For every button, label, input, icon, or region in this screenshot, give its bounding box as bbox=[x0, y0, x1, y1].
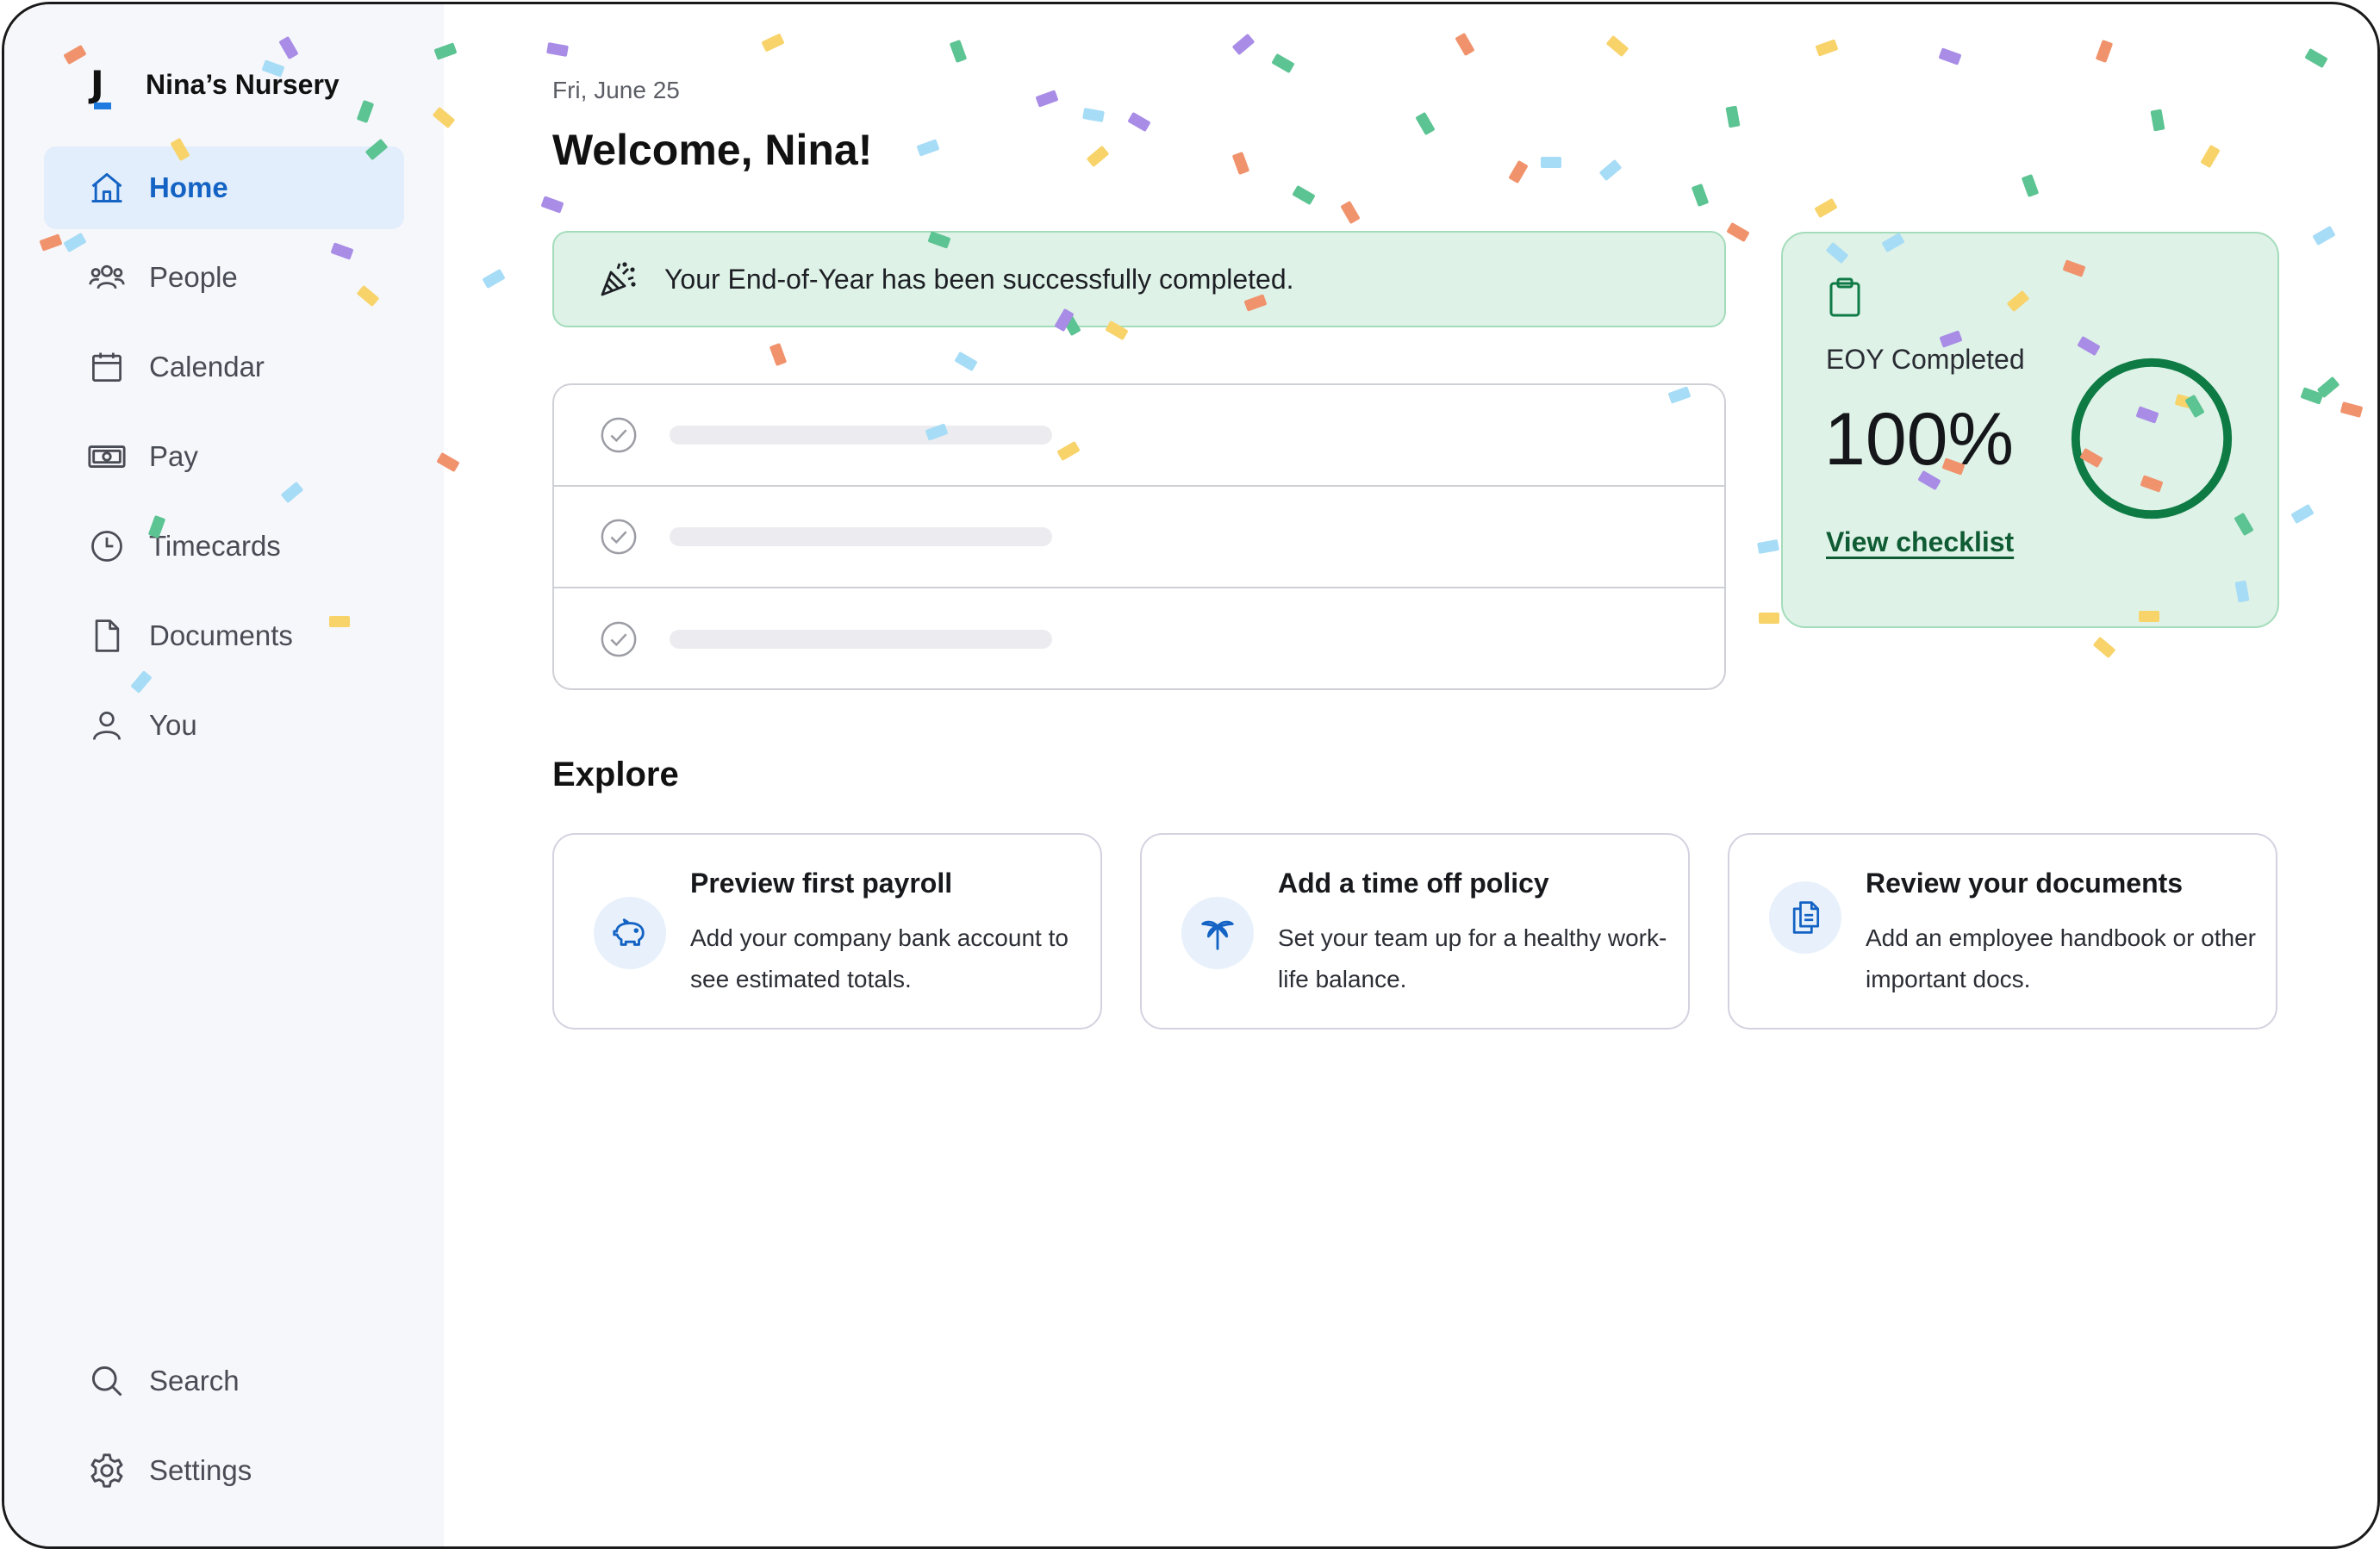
sidebar-item-pay[interactable]: Pay bbox=[44, 415, 404, 498]
gear-icon bbox=[87, 1451, 127, 1490]
people-icon bbox=[87, 258, 127, 297]
calendar-icon bbox=[87, 347, 127, 387]
card-description: Set your team up for a healthy work-life… bbox=[1278, 924, 1667, 992]
sidebar-item-label: Calendar bbox=[149, 351, 265, 383]
sidebar-item-label: Documents bbox=[149, 619, 293, 651]
checklist-row[interactable] bbox=[554, 385, 1724, 487]
sidebar-item-you[interactable]: You bbox=[44, 684, 404, 767]
app-window: J Nina’s Nursery Home People Calendar Pa… bbox=[2, 2, 2380, 1549]
piggy-bank-icon bbox=[594, 897, 666, 969]
eoy-label: EOY Completed bbox=[1826, 344, 2025, 375]
checklist-row[interactable] bbox=[554, 487, 1724, 588]
search-icon bbox=[87, 1361, 127, 1401]
check-circle-icon bbox=[599, 619, 639, 659]
documents-icon bbox=[1769, 881, 1841, 954]
sidebar-item-label: You bbox=[149, 709, 197, 741]
eoy-percentage: 100% bbox=[1824, 398, 2014, 481]
success-banner: Your End-of-Year has been successfully c… bbox=[552, 231, 1726, 327]
eoy-status-card: EOY Completed 100% View checklist bbox=[1781, 232, 2279, 628]
card-title: Review your documents bbox=[1866, 868, 2184, 899]
banner-message: Your End-of-Year has been successfully c… bbox=[664, 263, 1294, 295]
skeleton-placeholder bbox=[670, 527, 1052, 546]
check-circle-icon bbox=[599, 517, 639, 557]
progress-ring bbox=[2071, 358, 2233, 519]
sidebar: J Nina’s Nursery Home People Calendar Pa… bbox=[4, 4, 444, 1546]
card-title: Add a time off policy bbox=[1278, 868, 1549, 899]
sidebar-item-people[interactable]: People bbox=[44, 236, 404, 319]
sidebar-item-home[interactable]: Home bbox=[44, 146, 404, 229]
sidebar-bottom-nav: Search Settings bbox=[44, 1340, 404, 1519]
sidebar-item-timecards[interactable]: Timecards bbox=[44, 505, 404, 588]
clipboard-icon bbox=[1828, 277, 1862, 318]
page-title: Welcome, Nina! bbox=[552, 126, 873, 174]
checklist-row[interactable] bbox=[554, 588, 1724, 688]
company-name: Nina’s Nursery bbox=[146, 68, 340, 100]
sidebar-item-settings[interactable]: Settings bbox=[44, 1429, 404, 1512]
sidebar-item-search[interactable]: Search bbox=[44, 1340, 404, 1422]
checklist-card bbox=[552, 383, 1726, 690]
sidebar-item-label: Pay bbox=[149, 440, 198, 472]
home-icon bbox=[87, 168, 127, 208]
sidebar-nav: Home People Calendar Pay Timecards Docum… bbox=[44, 146, 404, 774]
sidebar-item-label: People bbox=[149, 261, 238, 293]
sidebar-item-label: Search bbox=[149, 1365, 240, 1397]
card-description: Add an employee handbook or other import… bbox=[1866, 924, 2256, 992]
explore-heading: Explore bbox=[552, 756, 679, 793]
view-checklist-link[interactable]: View checklist bbox=[1826, 526, 2014, 558]
party-popper-icon bbox=[597, 258, 639, 300]
brand-logo: J bbox=[90, 65, 120, 109]
current-date: Fri, June 25 bbox=[552, 77, 680, 103]
main-content: Fri, June 25 Welcome, Nina! Your End-of-… bbox=[444, 4, 2377, 1546]
palm-tree-icon bbox=[1181, 897, 1254, 969]
brand[interactable]: J Nina’s Nursery bbox=[90, 65, 340, 109]
document-icon bbox=[87, 616, 127, 656]
clock-icon bbox=[87, 526, 127, 566]
explore-card-time-off[interactable]: Add a time off policy Set your team up f… bbox=[1140, 833, 1690, 1030]
sidebar-item-calendar[interactable]: Calendar bbox=[44, 326, 404, 408]
sidebar-item-documents[interactable]: Documents bbox=[44, 594, 404, 677]
money-icon bbox=[87, 437, 127, 476]
skeleton-placeholder bbox=[670, 426, 1052, 445]
sidebar-item-label: Timecards bbox=[149, 530, 281, 562]
explore-card-payroll[interactable]: Preview first payroll Add your company b… bbox=[552, 833, 1102, 1030]
user-icon bbox=[87, 706, 127, 745]
sidebar-item-label: Settings bbox=[149, 1454, 252, 1486]
card-title: Preview first payroll bbox=[690, 868, 953, 899]
check-circle-icon bbox=[599, 415, 639, 455]
sidebar-item-label: Home bbox=[149, 171, 228, 203]
progress-ring-fill bbox=[2071, 358, 2233, 519]
explore-card-documents[interactable]: Review your documents Add an employee ha… bbox=[1728, 833, 2277, 1030]
card-description: Add your company bank account to see est… bbox=[690, 924, 1069, 992]
skeleton-placeholder bbox=[670, 630, 1052, 649]
